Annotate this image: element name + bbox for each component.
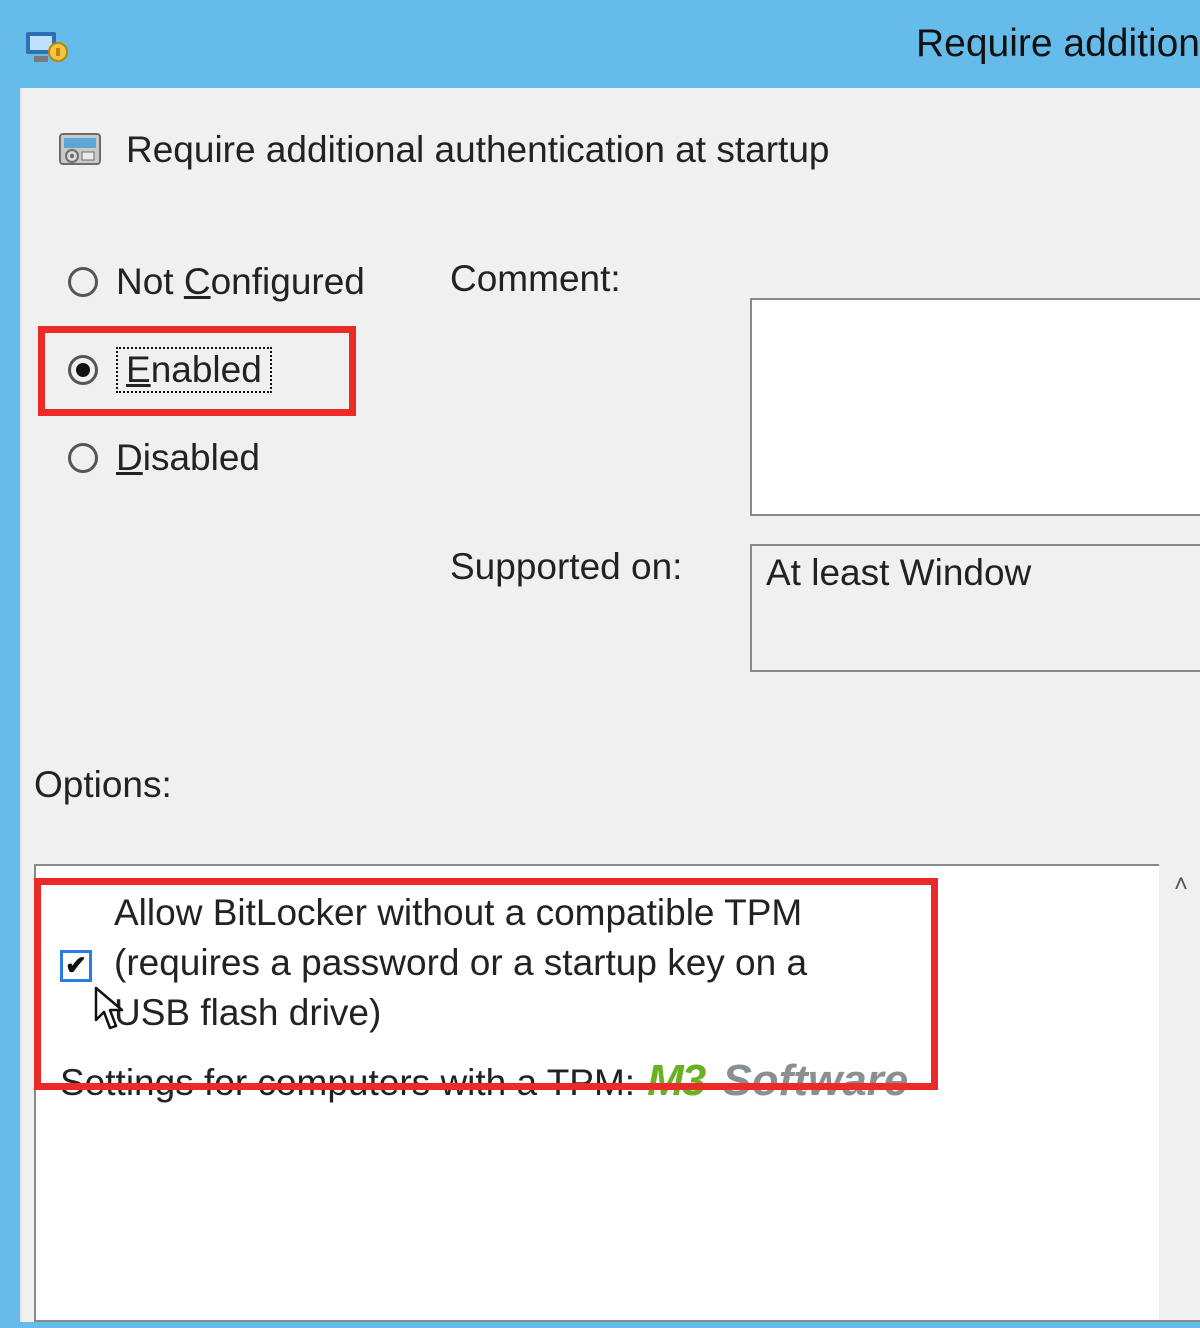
policy-header: Require additional authentication at sta… xyxy=(22,88,1200,186)
dialog-body: Require additional authentication at sta… xyxy=(20,88,1200,1322)
option-text-line1: Allow BitLocker without a compatible TPM xyxy=(60,888,1140,938)
supported-row: Supported on: At least Window xyxy=(450,544,1200,672)
comment-textarea[interactable] xyxy=(750,298,1200,516)
watermark-logo: M3 Software xyxy=(647,1056,908,1106)
policy-title: Require additional authentication at sta… xyxy=(126,129,829,171)
checkbox-allow-bitlocker-no-tpm[interactable]: ✔ xyxy=(60,950,92,982)
supported-on-value: At least Window xyxy=(750,544,1200,672)
options-panel-wrap: Allow BitLocker without a compatible TPM… xyxy=(34,864,1200,1322)
option-text-line2: (requires a password or a startup key on… xyxy=(60,938,1140,988)
right-column: Comment: Supported on: At least Window xyxy=(448,258,1200,672)
options-label: Options: xyxy=(34,764,1200,806)
config-row: Not Configured Enabled Disabled Comment:… xyxy=(22,258,1200,672)
window-frame: Require addition Require additional auth… xyxy=(0,0,1200,1328)
tpm-settings-row: Settings for computers with a TPM: M3 So… xyxy=(36,1056,1200,1106)
policy-app-icon xyxy=(24,22,68,66)
check-mark-icon: ✔ xyxy=(65,952,87,978)
radio-enabled[interactable]: Enabled xyxy=(68,346,448,394)
state-radio-group: Not Configured Enabled Disabled xyxy=(68,258,448,482)
watermark-m3: M3 xyxy=(647,1056,704,1105)
mouse-cursor-icon xyxy=(92,986,132,1032)
radio-indicator xyxy=(68,267,98,297)
watermark-software: Software xyxy=(722,1056,908,1105)
window-title: Require addition xyxy=(92,22,1200,66)
radio-label: Disabled xyxy=(116,437,260,479)
radio-not-configured[interactable]: Not Configured xyxy=(68,258,448,306)
radio-indicator xyxy=(68,355,98,385)
option-text-line3: USB flash drive) xyxy=(60,988,1140,1038)
scroll-up-icon[interactable]: ˄ xyxy=(1159,863,1200,907)
radio-label: Not Configured xyxy=(116,261,365,303)
comment-label: Comment: xyxy=(450,258,1200,300)
tpm-settings-label: Settings for computers with a TPM: xyxy=(60,1062,635,1104)
titlebar: Require addition xyxy=(0,0,1200,88)
policy-template-icon xyxy=(56,126,104,174)
options-panel: Allow BitLocker without a compatible TPM… xyxy=(34,864,1200,1322)
options-scrollbar[interactable]: ˄ xyxy=(1159,863,1200,1320)
radio-disabled[interactable]: Disabled xyxy=(68,434,448,482)
radio-indicator xyxy=(68,443,98,473)
option-allow-bitlocker-no-tpm: Allow BitLocker without a compatible TPM… xyxy=(36,880,1200,1054)
radio-label: Enabled xyxy=(116,347,272,393)
supported-label: Supported on: xyxy=(450,544,750,588)
